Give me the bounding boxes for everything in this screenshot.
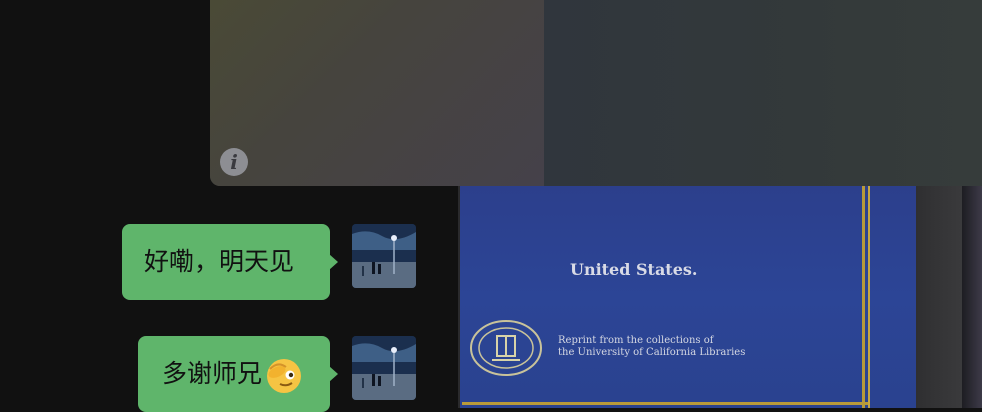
preview-image-left	[210, 0, 544, 186]
frame-line	[462, 402, 868, 405]
reprint-line-1: Reprint from the collections of	[558, 335, 714, 346]
saluting-face-emoji-icon	[267, 359, 302, 393]
document-title: United States.	[570, 260, 698, 279]
preview-image-right	[544, 0, 982, 186]
message-text: 多谢师兄	[162, 359, 263, 388]
document-image[interactable]: United States. Reprint from the collecti…	[458, 186, 982, 408]
avatar-image	[352, 224, 416, 288]
message-row: 好嘞，明天见	[0, 224, 420, 300]
reprint-line-2: the University of California Libraries	[558, 347, 746, 358]
message-text: 好嘞，明天见	[144, 247, 295, 276]
book-edge	[916, 186, 962, 408]
message-bubble[interactable]: 多谢师兄	[138, 336, 338, 412]
frame-line	[862, 186, 865, 408]
avatar-image	[352, 336, 416, 400]
book-edge	[962, 186, 982, 408]
document-cover: United States. Reprint from the collecti…	[460, 186, 916, 408]
university-seal-icon	[470, 320, 542, 376]
message-bubble[interactable]: 好嘞，明天见	[122, 224, 338, 300]
avatar[interactable]	[352, 336, 416, 400]
frame-line	[868, 186, 870, 408]
message-row: 多谢师兄	[0, 336, 420, 412]
image-preview-card[interactable]: i	[210, 0, 982, 186]
info-icon[interactable]: i	[220, 148, 248, 176]
avatar[interactable]	[352, 224, 416, 288]
reprint-text: Reprint from the collections of the Univ…	[558, 335, 858, 359]
